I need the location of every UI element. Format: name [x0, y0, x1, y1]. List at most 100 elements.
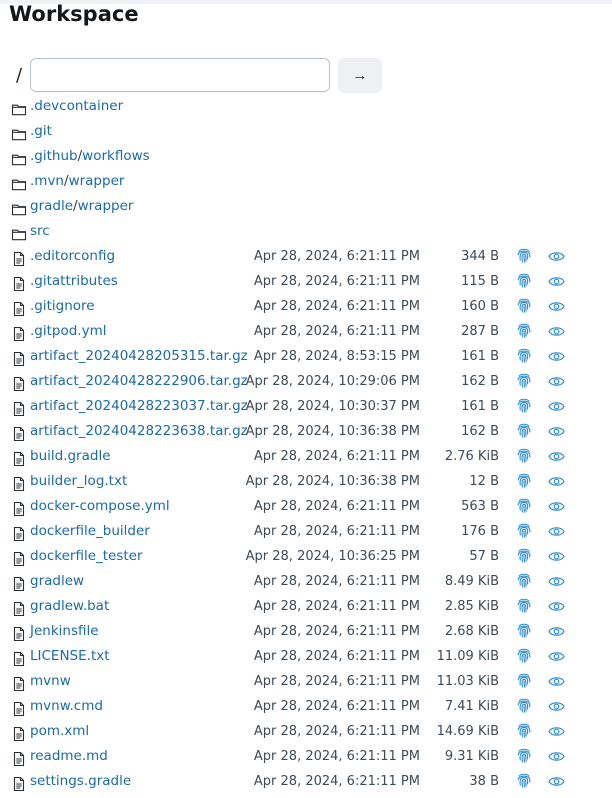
file-icon	[11, 401, 27, 417]
file-link[interactable]: pom.xml	[30, 723, 89, 740]
fingerprint-icon[interactable]	[516, 772, 532, 789]
eye-icon[interactable]	[548, 573, 565, 586]
eye-icon[interactable]	[548, 298, 565, 311]
fingerprint-icon[interactable]	[516, 622, 532, 639]
file-link[interactable]: docker-compose.yml	[30, 498, 170, 515]
fingerprint-icon[interactable]	[516, 522, 532, 539]
file-link[interactable]: LICENSE.txt	[30, 648, 110, 665]
folder-link[interactable]: .github	[30, 148, 78, 164]
file-link[interactable]: mvnw	[30, 673, 71, 690]
file-size: 287 B	[461, 324, 499, 339]
fingerprint-icon[interactable]	[516, 372, 532, 389]
fingerprint-icon[interactable]	[516, 722, 532, 739]
file-date: Apr 28, 2024, 10:36:25 PM	[245, 549, 420, 564]
eye-icon[interactable]	[548, 473, 565, 486]
fingerprint-icon[interactable]	[516, 447, 532, 464]
file-icon	[11, 326, 27, 342]
folder-name: .git	[30, 123, 52, 140]
file-link[interactable]: dockerfile_tester	[30, 548, 143, 565]
file-row: pom.xml Apr 28, 2024, 6:21:11 PM 14.69 KiB	[0, 719, 612, 744]
file-link[interactable]: readme.md	[30, 748, 108, 765]
eye-icon[interactable]	[548, 523, 565, 536]
go-button[interactable]: →	[338, 58, 382, 93]
fingerprint-icon[interactable]	[516, 597, 532, 614]
file-link[interactable]: .gitpod.yml	[30, 323, 107, 340]
fingerprint-icon[interactable]	[516, 397, 532, 414]
fingerprint-icon[interactable]	[516, 747, 532, 764]
eye-icon[interactable]	[548, 723, 565, 736]
eye-icon[interactable]	[548, 423, 565, 436]
file-date: Apr 28, 2024, 6:21:11 PM	[253, 774, 420, 789]
eye-icon[interactable]	[548, 448, 565, 461]
file-link[interactable]: .editorconfig	[30, 248, 115, 265]
eye-icon[interactable]	[548, 673, 565, 686]
fingerprint-icon[interactable]	[516, 697, 532, 714]
eye-icon[interactable]	[548, 623, 565, 636]
folder-link[interactable]: .mvn	[30, 173, 64, 189]
file-size: 160 B	[461, 299, 499, 314]
file-link[interactable]: dockerfile_builder	[30, 523, 150, 540]
file-icon	[11, 701, 27, 717]
folder-link[interactable]: wrapper	[78, 198, 134, 214]
file-row: build.gradle Apr 28, 2024, 6:21:11 PM 2.76…	[0, 444, 612, 469]
file-row: .gitpod.yml Apr 28, 2024, 6:21:11 PM 287 B	[0, 319, 612, 344]
file-link[interactable]: artifact_20240428223037.tar.gz	[30, 398, 248, 415]
file-row: dockerfile_builder Apr 28, 2024, 6:21:11 …	[0, 519, 612, 544]
file-link[interactable]: artifact_20240428205315.tar.gz	[30, 348, 248, 365]
eye-icon[interactable]	[548, 273, 565, 286]
eye-icon[interactable]	[548, 248, 565, 261]
eye-icon[interactable]	[548, 323, 565, 336]
file-link[interactable]: artifact_20240428223638.tar.gz	[30, 423, 248, 440]
folder-link[interactable]: wrapper	[69, 173, 125, 189]
folder-link[interactable]: .git	[30, 123, 52, 139]
fingerprint-icon[interactable]	[516, 647, 532, 664]
folder-link[interactable]: workflows	[82, 148, 150, 164]
file-link[interactable]: gradlew	[30, 573, 84, 590]
file-link[interactable]: settings.gradle	[30, 773, 131, 790]
file-link[interactable]: build.gradle	[30, 448, 111, 465]
file-link[interactable]: Jenkinsfile	[30, 623, 99, 640]
fingerprint-icon[interactable]	[516, 247, 532, 264]
page-title: Workspace	[9, 2, 139, 26]
file-date: Apr 28, 2024, 10:36:38 PM	[245, 474, 420, 489]
folder-link[interactable]: src	[30, 223, 50, 239]
file-date: Apr 28, 2024, 6:21:11 PM	[253, 274, 420, 289]
eye-icon[interactable]	[548, 348, 565, 361]
fingerprint-icon[interactable]	[516, 672, 532, 689]
file-list: .devcontainer .git .github/workflows .mvn/w…	[0, 94, 612, 794]
folder-row: .git	[0, 119, 612, 144]
eye-icon[interactable]	[548, 648, 565, 661]
file-row: .editorconfig Apr 28, 2024, 6:21:11 PM 344…	[0, 244, 612, 269]
eye-icon[interactable]	[548, 773, 565, 786]
eye-icon[interactable]	[548, 598, 565, 611]
file-size: 162 B	[461, 374, 499, 389]
fingerprint-icon[interactable]	[516, 422, 532, 439]
fingerprint-icon[interactable]	[516, 322, 532, 339]
file-link[interactable]: artifact_20240428222906.tar.gz	[30, 373, 248, 390]
file-link[interactable]: builder_log.txt	[30, 473, 127, 490]
file-link[interactable]: gradlew.bat	[30, 598, 109, 615]
folder-link[interactable]: gradle	[30, 198, 73, 214]
eye-icon[interactable]	[548, 548, 565, 561]
file-size: 8.49 KiB	[444, 574, 499, 589]
eye-icon[interactable]	[548, 398, 565, 411]
fingerprint-icon[interactable]	[516, 547, 532, 564]
file-link[interactable]: .gitignore	[30, 298, 95, 315]
eye-icon[interactable]	[548, 373, 565, 386]
fingerprint-icon[interactable]	[516, 472, 532, 489]
file-link[interactable]: .gitattributes	[30, 273, 118, 290]
path-input[interactable]	[30, 58, 330, 92]
fingerprint-icon[interactable]	[516, 297, 532, 314]
eye-icon[interactable]	[548, 748, 565, 761]
eye-icon[interactable]	[548, 498, 565, 511]
file-size: 12 B	[469, 474, 499, 489]
fingerprint-icon[interactable]	[516, 272, 532, 289]
fingerprint-icon[interactable]	[516, 572, 532, 589]
folder-link[interactable]: .devcontainer	[30, 98, 123, 114]
folder-icon	[11, 151, 27, 167]
fingerprint-icon[interactable]	[516, 497, 532, 514]
fingerprint-icon[interactable]	[516, 347, 532, 364]
folder-icon	[11, 126, 27, 142]
eye-icon[interactable]	[548, 698, 565, 711]
file-link[interactable]: mvnw.cmd	[30, 698, 103, 715]
